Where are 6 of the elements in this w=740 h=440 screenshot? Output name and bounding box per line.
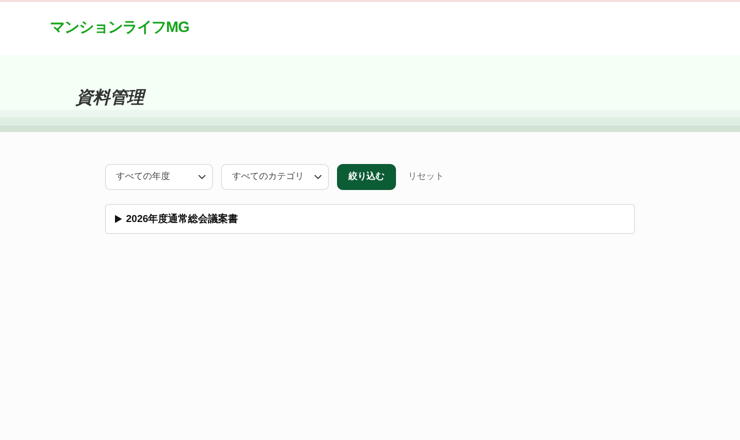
page-title: 資料管理 bbox=[76, 87, 144, 109]
category-select[interactable]: すべてのカテゴリ bbox=[221, 164, 329, 190]
filter-button[interactable]: 絞り込む bbox=[337, 164, 396, 190]
year-select[interactable]: すべての年度 bbox=[105, 164, 213, 190]
document-item[interactable]: 2026年度通常総会議案書 bbox=[105, 204, 635, 234]
reset-link[interactable]: リセット bbox=[408, 170, 444, 184]
